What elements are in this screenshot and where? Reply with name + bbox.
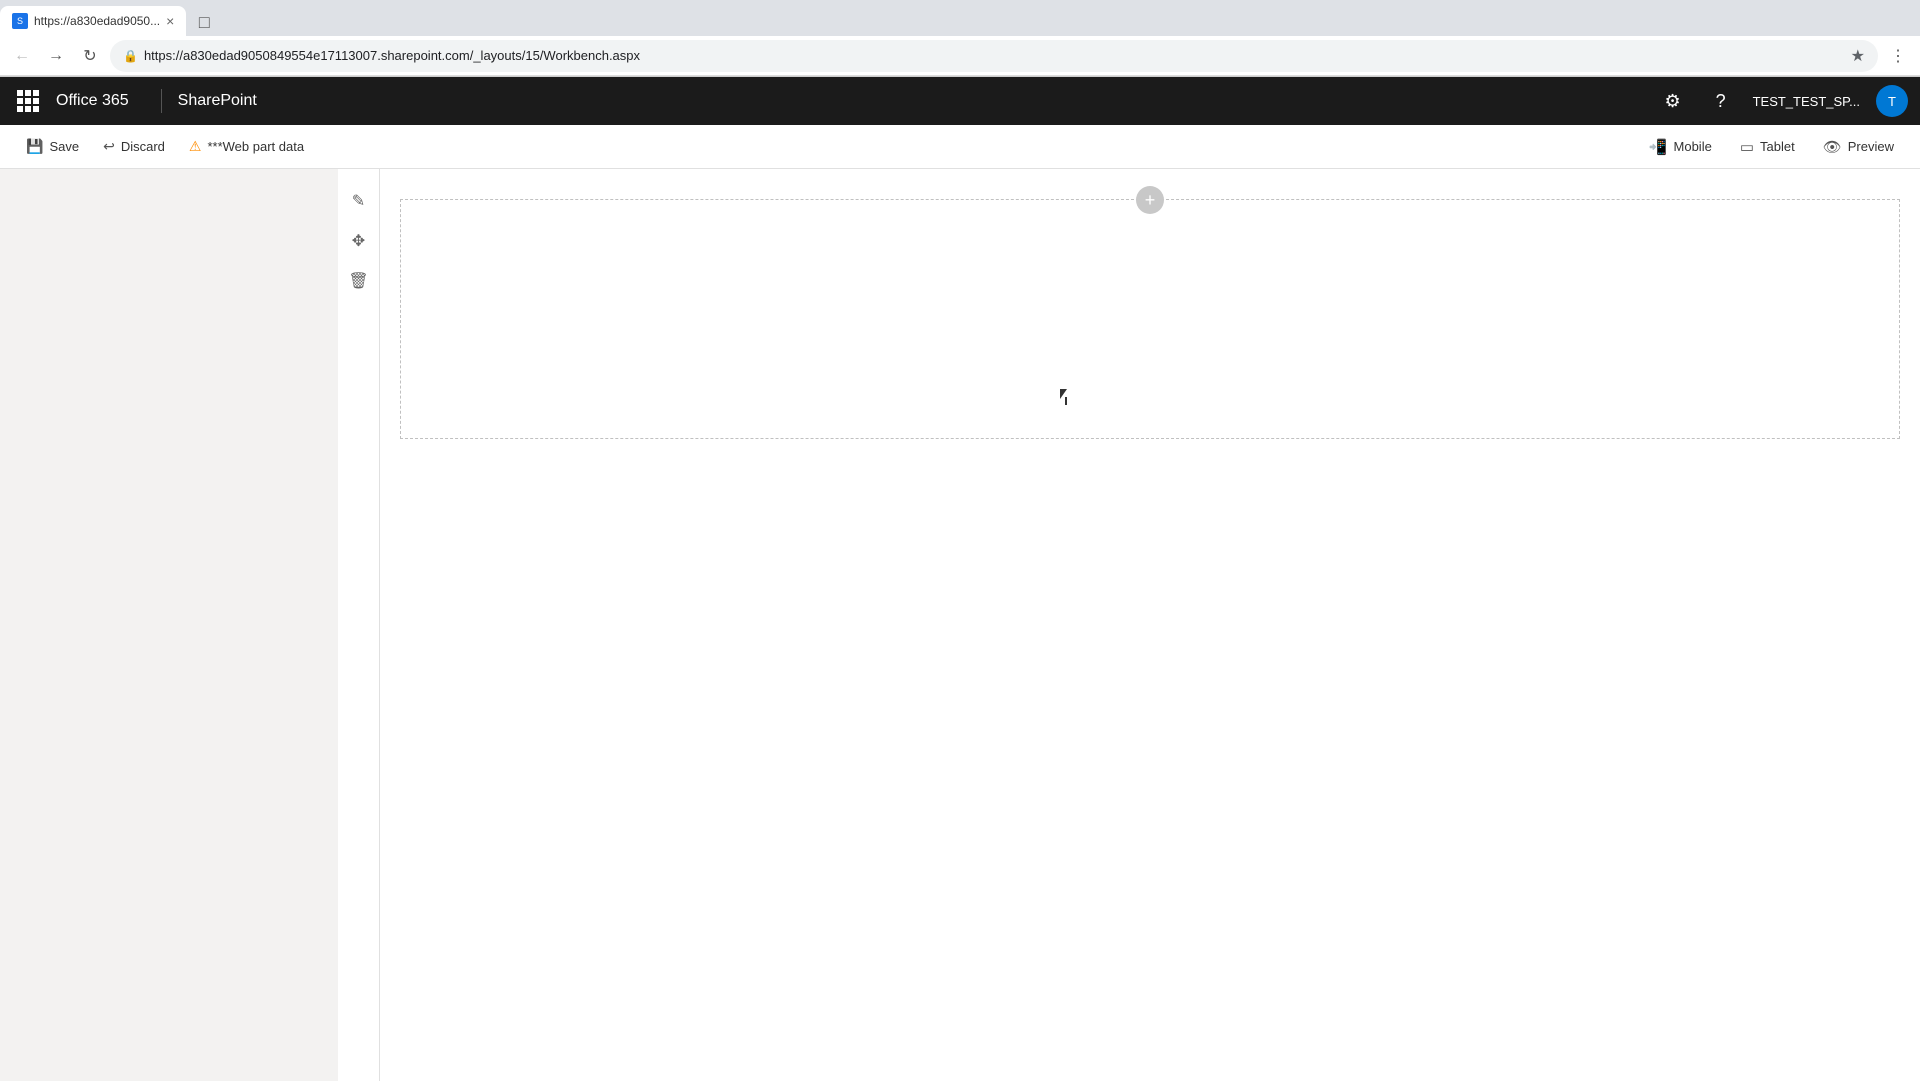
browser-chrome: S https://a830edad9050... × □ ← → ↻ 🔒 ht… [0,0,1920,77]
waffle-grid-icon [17,90,39,112]
delete-icon-button[interactable]: 🗑 [343,265,375,297]
edit-icon-button[interactable]: ✎ [343,185,375,217]
move-icon-button[interactable]: ✥ [343,225,375,257]
waffle-menu-button[interactable] [12,85,44,117]
url-text: https://a830edad9050849554e17113007.shar… [144,48,1845,63]
header-actions: ⚙ ? TEST_TEST_SP... T [1657,85,1908,117]
new-tab-button[interactable]: □ [190,8,218,36]
help-button[interactable]: ? [1705,85,1737,117]
canvas-area[interactable]: + [380,169,1920,1081]
save-icon: 💾 [26,138,43,155]
webpart-data-button[interactable]: ⚠ ***Web part data [179,132,314,161]
preview-button[interactable]: 👁 Preview [1813,132,1904,162]
active-tab[interactable]: S https://a830edad9050... × [0,6,186,36]
browser-actions: ⋮ [1884,42,1912,70]
left-sidebar: ✎ ✥ 🗑 [0,169,380,1081]
user-avatar[interactable]: T [1876,85,1908,117]
forward-button[interactable]: → [42,42,70,70]
tablet-view-button[interactable]: ▭ Tablet [1730,132,1805,162]
mobile-icon: 📲 [1649,138,1668,156]
app-header: Office 365 SharePoint ⚙ ? TEST_TEST_SP..… [0,77,1920,125]
discard-button[interactable]: ↩ Discard [93,132,175,161]
sidebar-panel: ✎ ✥ 🗑 [338,169,380,1081]
tab-favicon: S [12,13,28,29]
discard-icon: ↩ [103,138,115,155]
webpart-label: ***Web part data [207,139,304,154]
warning-icon: ⚠ [189,138,202,155]
tablet-icon: ▭ [1740,138,1754,156]
mobile-view-button[interactable]: 📲 Mobile [1639,132,1722,162]
mobile-label: Mobile [1674,139,1712,154]
tab-close-button[interactable]: × [166,14,174,28]
back-button[interactable]: ← [8,42,36,70]
secure-icon: 🔒 [123,49,138,63]
settings-button[interactable]: ⚙ [1657,85,1689,117]
toolbar-right: 📲 Mobile ▭ Tablet 👁 Preview [1639,132,1904,162]
preview-label: Preview [1848,139,1894,154]
tab-title: https://a830edad9050... [34,14,160,28]
bookmark-icon[interactable]: ★ [1851,46,1865,66]
discard-label: Discard [121,139,165,154]
app-subtitle: SharePoint [178,92,1657,110]
main-content: ✎ ✥ 🗑 + [0,169,1920,1081]
app-title: Office 365 [56,92,145,110]
tablet-label: Tablet [1760,139,1795,154]
tab-bar: S https://a830edad9050... × □ [0,0,1920,36]
save-label: Save [49,139,79,154]
user-name: TEST_TEST_SP... [1753,94,1860,109]
save-button[interactable]: 💾 Save [16,132,89,161]
address-box[interactable]: 🔒 https://a830edad9050849554e17113007.sh… [110,40,1878,72]
web-part-zone[interactable]: + [400,199,1900,439]
reload-button[interactable]: ↻ [76,42,104,70]
extensions-button[interactable]: ⋮ [1884,42,1912,70]
toolbar: 💾 Save ↩ Discard ⚠ ***Web part data 📲 Mo… [0,125,1920,169]
canvas-content: + [400,199,1900,439]
header-divider [161,89,162,113]
preview-icon: 👁 [1823,138,1842,156]
address-bar-row: ← → ↻ 🔒 https://a830edad9050849554e17113… [0,36,1920,76]
add-webpart-button[interactable]: + [1136,186,1164,214]
